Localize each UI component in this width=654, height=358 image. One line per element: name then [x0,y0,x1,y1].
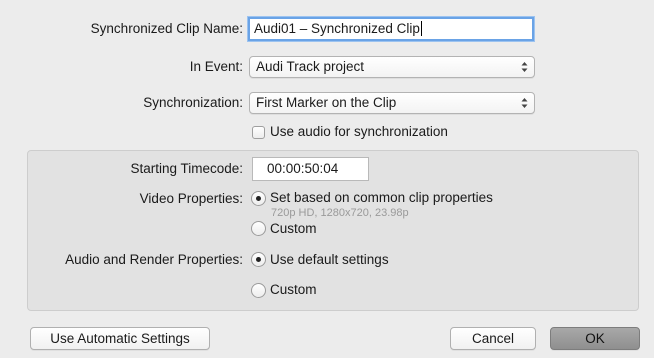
event-popup-value: Audi Track project [256,59,365,74]
sync-popup[interactable]: First Marker on the Clip [249,92,535,114]
clip-name-label: Synchronized Clip Name: [90,21,243,36]
clip-name-value: Audi01 – Synchronized Clip [254,21,420,36]
audio-custom-label[interactable]: Custom [270,282,317,297]
video-common-radio[interactable] [251,191,266,206]
use-automatic-settings-button[interactable]: Use Automatic Settings [30,327,210,350]
audio-render-label: Audio and Render Properties: [65,252,243,267]
clip-name-field[interactable]: Audi01 – Synchronized Clip [248,17,534,41]
timecode-value: 00:00:50:04 [267,161,339,176]
sync-label: Synchronization: [143,95,243,110]
timecode-field[interactable]: 00:00:50:04 [252,157,369,181]
updown-arrows-icon [521,98,528,108]
video-custom-radio[interactable] [251,221,266,236]
sync-popup-value: First Marker on the Clip [256,95,397,110]
audio-default-radio[interactable] [251,252,266,267]
audio-default-label[interactable]: Use default settings [270,252,389,267]
updown-arrows-icon [521,62,528,72]
video-format-detail: 720p HD, 1280x720, 23.98p [271,207,409,219]
cancel-button[interactable]: Cancel [450,327,536,350]
event-label: In Event: [189,59,243,74]
timecode-label: Starting Timecode: [130,161,243,176]
use-audio-checkbox[interactable] [252,126,265,139]
audio-custom-radio[interactable] [251,283,266,298]
video-properties-label: Video Properties: [139,191,243,206]
event-popup[interactable]: Audi Track project [249,56,535,78]
video-custom-label[interactable]: Custom [270,221,317,236]
ok-button[interactable]: OK [550,327,640,350]
text-caret [420,21,422,36]
video-common-label[interactable]: Set based on common clip properties [270,190,493,205]
use-audio-label[interactable]: Use audio for synchronization [270,124,448,139]
